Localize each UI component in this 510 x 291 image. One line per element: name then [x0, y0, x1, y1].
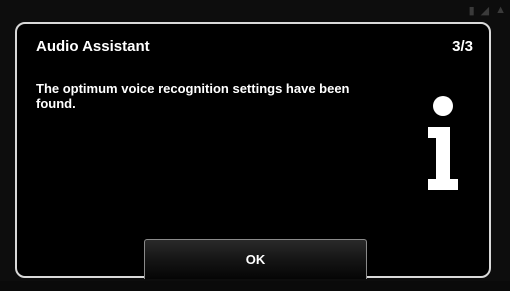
- ok-button[interactable]: OK: [144, 239, 367, 279]
- step-counter: 3/3: [452, 38, 473, 55]
- alert-icon: ▲: [495, 4, 506, 16]
- bottom-strip: [0, 281, 510, 291]
- info-icon: [428, 96, 458, 190]
- dialog-message: The optimum voice recognition settings h…: [36, 81, 350, 111]
- status-icon: ▮: [468, 4, 475, 17]
- audio-assistant-dialog: Audio Assistant 3/3 The optimum voice re…: [15, 22, 491, 279]
- signal-icon: ◢: [480, 4, 490, 17]
- status-bar: ▮ ◢ ▲: [436, 0, 510, 20]
- dialog-title: Audio Assistant: [36, 38, 150, 55]
- screen: ▮ ◢ ▲ Audio Assistant 3/3 The optimum vo…: [0, 0, 510, 291]
